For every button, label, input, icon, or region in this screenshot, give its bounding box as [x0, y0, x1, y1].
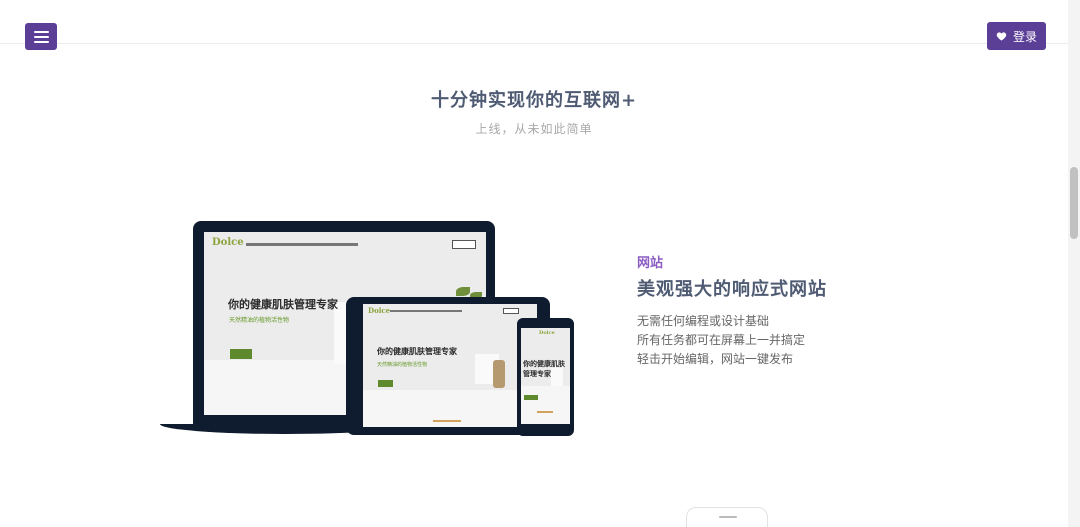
- scrollbar-thumb[interactable]: [1070, 167, 1078, 239]
- mockup-vase: [493, 360, 505, 388]
- mockup-cta: [230, 349, 252, 359]
- mockup-floor: [521, 386, 570, 424]
- mockup-cta: [378, 380, 393, 387]
- feature-tag: 网站: [637, 256, 664, 271]
- mockup-nav-button: [452, 240, 476, 249]
- top-navbar: 登录: [0, 0, 1068, 50]
- mockup-tagline: 天然精油的植物活性物: [377, 362, 428, 368]
- feature-title: 美观强大的响应式网站: [637, 279, 827, 300]
- feature-description: 无需任何编程或设计基础 所有任务都可在屏幕上一并搞定 轻击开始编辑，网站一键发布: [637, 312, 805, 369]
- heart-icon: [996, 31, 1007, 41]
- mockup-headline: 你的健康肌肤管理专家: [377, 347, 457, 356]
- scrollbar-track[interactable]: [1068, 0, 1080, 527]
- hero-subtitle: 上线，从未如此简单: [475, 122, 593, 136]
- device-speaker: [719, 516, 737, 518]
- feature-line: 所有任务都可在屏幕上一并搞定: [637, 333, 806, 347]
- mockup-tagline: 天然精油的植物活性物: [229, 317, 290, 324]
- phone-display: Dolce 你的健康肌肤 管理专家: [521, 328, 570, 424]
- mockup-headline: 你的健康肌肤管理专家: [228, 298, 338, 311]
- menu-icon-bar: [33, 35, 49, 38]
- mockup-nav: [390, 310, 462, 312]
- login-button[interactable]: 登录: [987, 22, 1046, 50]
- mockup-cta: [524, 395, 538, 400]
- mockup-link: [537, 411, 553, 413]
- mockup-brand: Dolce: [212, 237, 244, 248]
- mockup-nav: [246, 243, 358, 246]
- tablet-display: Dolce 你的健康肌肤管理专家 天然精油的植物活性物: [363, 304, 537, 427]
- mockup-phone-headline-1: 你的健康肌肤: [523, 360, 565, 368]
- mockup-link: [433, 420, 461, 422]
- hamburger-menu-button[interactable]: [25, 23, 57, 50]
- plant-leaf: [456, 287, 470, 296]
- mockup-brand: Dolce: [368, 306, 391, 315]
- menu-icon-bar: [33, 40, 49, 43]
- mockup-brand: Dolce: [539, 330, 555, 336]
- hero-title: 十分钟实现你的互联网+: [430, 90, 638, 111]
- feature-line: 无需任何编程或设计基础: [637, 314, 770, 328]
- mockup-nav-button: [503, 308, 519, 314]
- menu-icon-bar: [33, 30, 49, 33]
- page: 登录 十分钟实现你的互联网+ 上线，从未如此简单 Dolce 你的健康肌肤管理专…: [0, 0, 1080, 527]
- login-label: 登录: [1012, 29, 1037, 44]
- mockup-phone-headline-2: 管理专家: [523, 370, 551, 378]
- feature-line: 轻击开始编辑，网站一键发布: [637, 352, 794, 366]
- next-section-device-peek: [686, 507, 768, 527]
